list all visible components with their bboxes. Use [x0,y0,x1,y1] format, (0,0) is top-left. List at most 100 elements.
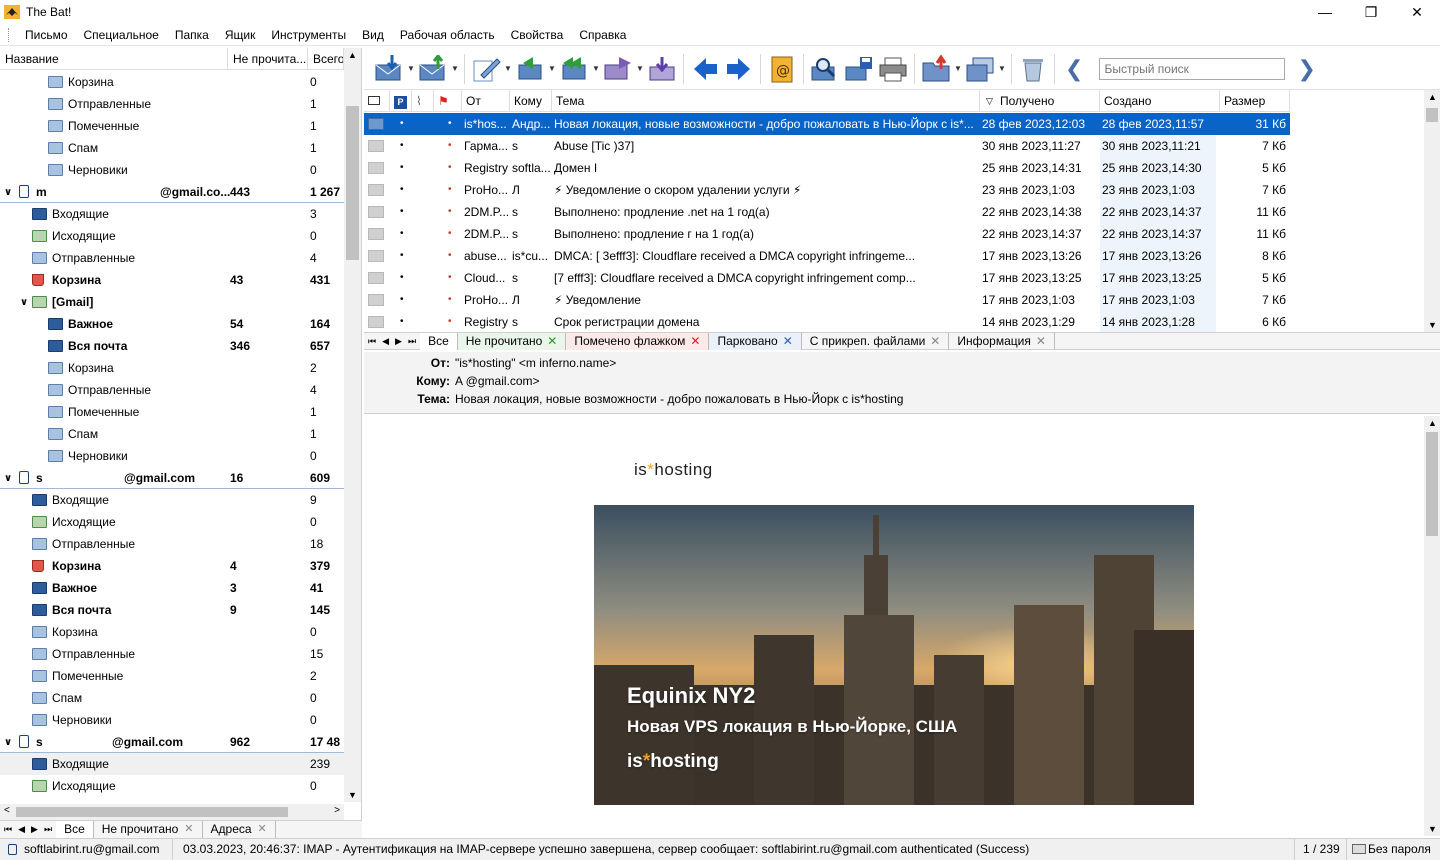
next-tab-icon[interactable]: ▶ [31,824,38,835]
message-scroll-thumb[interactable] [1426,108,1438,122]
filter-tab-flagged[interactable]: Помечено флажком ✕ [566,332,710,350]
subject-column-header[interactable]: Тема [552,90,980,112]
priority-dot-icon[interactable]: • [400,223,404,245]
reply-dropdown-icon[interactable]: ▼ [547,64,557,73]
flag-dot-icon[interactable]: • [448,113,452,135]
flag-dot-icon[interactable]: • [448,201,452,223]
folder-hscroll-thumb[interactable] [16,807,288,817]
delete-button[interactable] [1016,52,1050,86]
folder-row[interactable]: Входящие 239 [0,753,344,775]
message-row[interactable]: • • Гарма... s Abuse [Tic )37] 30 янв 2023,11… [364,135,1290,157]
close-tab-icon[interactable]: ✕ [184,821,193,838]
prev-tab-icon[interactable]: ◀ [18,824,25,835]
flag-dot-icon[interactable]: • [448,267,452,289]
folder-row[interactable]: Отправленные 4 [0,247,344,269]
save-mail-button[interactable] [842,52,876,86]
close-tab-icon[interactable]: ✕ [690,333,700,350]
envelope-read-icon[interactable] [368,228,384,240]
scroll-down-icon[interactable]: ▼ [1428,320,1437,330]
menu-tools[interactable]: Инструменты [263,25,354,45]
folder-vertical-scrollbar[interactable]: ▲ ▼ [344,48,361,802]
forward-dropdown-icon[interactable]: ▼ [635,64,645,73]
folder-row[interactable]: Корзина 0 [0,621,344,643]
account-row[interactable]: ∨ s @gmail.com 962 17 48 [0,731,344,753]
reply-button[interactable] [513,52,547,86]
flag-dot-icon[interactable]: • [448,289,452,311]
print-button[interactable] [876,52,910,86]
filter-tab-nav[interactable]: ⏮ ◀ ▶ ⏭ [364,336,420,347]
folder-row[interactable]: Отправленные 1 [0,93,344,115]
priority-dot-icon[interactable]: • [400,201,404,223]
folder-row[interactable]: Черновики 0 [0,445,344,467]
first-tab-icon[interactable]: ⏮ [368,336,376,347]
new-message-button[interactable] [469,52,503,86]
folder-row[interactable]: ∨ [Gmail] [0,291,344,313]
filter-tab-attachments[interactable]: С прикреп. файлами ✕ [802,332,950,350]
scroll-right-icon[interactable]: > [334,805,340,816]
message-row[interactable]: • • abuse... is*cu... DMCA: [ 3efff3]: Cloud… [364,245,1290,267]
forward-button[interactable] [601,52,635,86]
close-tab-icon[interactable]: ✕ [547,333,557,350]
filter-tab-parked[interactable]: Парковано ✕ [709,332,802,350]
message-row[interactable]: • • 2DM.P... s Выполнено: продление .net на … [364,201,1290,223]
tab-nav-arrows[interactable]: ⏮ ◀ ▶ ⏭ [0,824,56,835]
get-mail-dropdown-icon[interactable]: ▼ [406,64,416,73]
column-total-header[interactable]: Всего [308,48,344,70]
last-tab-icon[interactable]: ⏭ [408,336,416,347]
envelope-read-icon[interactable] [368,206,384,218]
copy-dropdown-icon[interactable]: ▼ [997,64,1007,73]
folder-row[interactable]: Черновики 0 [0,159,344,181]
scroll-left-icon[interactable]: < [4,805,10,816]
status-column-header[interactable] [364,90,390,112]
created-column-header[interactable]: Создано [1100,90,1220,112]
menu-view[interactable]: Вид [354,25,392,45]
priority-dot-icon[interactable]: • [400,245,404,267]
last-tab-icon[interactable]: ⏭ [44,824,52,835]
folder-row[interactable]: Отправленные 18 [0,533,344,555]
ishosting-logo[interactable]: is*hosting [634,460,713,480]
priority-dot-icon[interactable]: • [400,289,404,311]
message-row[interactable]: • • Cloud... s [7 efff3]: Cloudflare receive… [364,267,1290,289]
reply-all-button[interactable] [557,52,591,86]
copy-to-folder-button[interactable] [963,52,997,86]
next-message-button[interactable] [722,52,756,86]
new-message-dropdown-icon[interactable]: ▼ [503,64,513,73]
folder-row[interactable]: Спам 1 [0,137,344,159]
folder-row[interactable]: Вся почта 346 657 [0,335,344,357]
tab-all[interactable]: Все [56,821,94,838]
menu-properties[interactable]: Свойства [503,25,572,45]
flag-dot-icon[interactable]: • [448,135,452,157]
priority-dot-icon[interactable]: • [400,179,404,201]
collapse-chevron-icon[interactable]: ∨ [4,473,12,484]
envelope-read-icon[interactable] [368,316,384,328]
restore-button[interactable]: ❐ [1348,0,1394,24]
scroll-down-icon[interactable]: ▼ [348,790,357,800]
get-mail-button[interactable] [372,52,406,86]
collapse-chevron-icon[interactable]: ∨ [4,737,12,748]
quick-search-input[interactable] [1099,57,1286,80]
folder-row[interactable]: Входящие 3 [0,203,344,225]
folder-row[interactable]: Исходящие 0 [0,225,344,247]
menu-workspace[interactable]: Рабочая область [392,25,503,45]
folder-row[interactable]: Исходящие 0 [0,511,344,533]
menu-help[interactable]: Справка [571,25,634,45]
search-back-icon[interactable]: ❮ [1059,56,1089,82]
search-forward-icon[interactable]: ❯ [1291,56,1321,82]
message-row[interactable]: • • is*hos... Андр... Новая локация, новые в… [364,113,1290,135]
flag-dot-icon[interactable]: • [448,245,452,267]
scroll-up-icon[interactable]: ▲ [1428,92,1437,102]
to-value[interactable]: A @gmail.com> [455,372,540,390]
menu-special[interactable]: Специальное [76,25,167,45]
find-button[interactable] [808,52,842,86]
flag-dot-icon[interactable]: • [448,223,452,245]
filter-tab-unread[interactable]: Не прочитано ✕ [457,332,567,350]
first-tab-icon[interactable]: ⏮ [4,824,12,835]
priority-dot-icon[interactable]: • [400,113,404,135]
message-row[interactable]: • • ProHo... Л ⚡ Уведомление 17 янв 2023,1:03… [364,289,1290,311]
flag-dot-icon[interactable]: • [448,311,452,332]
folder-row[interactable]: Важное 3 41 [0,577,344,599]
flag-dot-icon[interactable]: • [448,179,452,201]
priority-dot-icon[interactable]: • [400,157,404,179]
folder-row[interactable]: Корзина 0 [0,71,344,93]
folder-row[interactable]: Отправленные 15 [0,643,344,665]
